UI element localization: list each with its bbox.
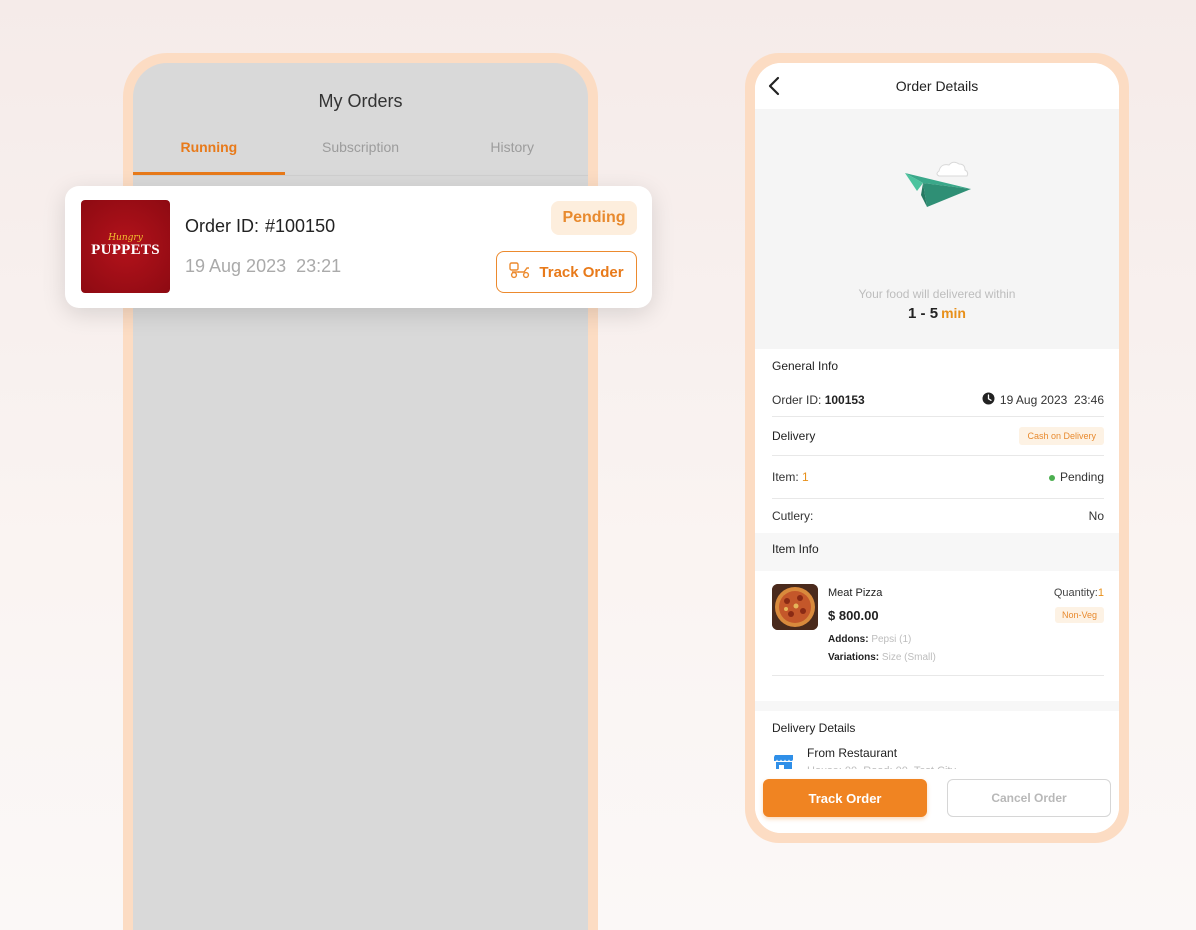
order-datetime-value: 19 Aug 2023 23:46 xyxy=(999,393,1104,407)
item-quantity: Quantity:1 xyxy=(1054,587,1104,599)
delivery-eta-unit: min xyxy=(941,305,966,321)
details-header: Order Details xyxy=(755,63,1119,109)
orders-phone-frame: My Orders Running Subscription History xyxy=(123,53,598,930)
variations-label: Variations: xyxy=(828,652,880,663)
order-card[interactable]: Hungry PUPPETS Order ID: #100150 19 Aug 2… xyxy=(65,186,652,308)
order-id: Order ID: #100150 xyxy=(185,216,335,237)
cutlery-label: Cutlery: xyxy=(772,509,814,523)
general-info-title: General Info xyxy=(772,359,839,373)
cutlery-value: No xyxy=(1088,509,1104,523)
page-title: My Orders xyxy=(318,91,403,111)
addons-value: Pepsi (1) xyxy=(871,634,912,645)
track-order-button[interactable]: Track Order xyxy=(763,779,927,817)
delivery-scooter-icon xyxy=(509,261,531,283)
tab-subscription[interactable]: Subscription xyxy=(285,133,437,175)
item-count-label: Item: xyxy=(772,470,799,484)
details-screen: Order Details Your food will delivered w… xyxy=(755,63,1119,833)
item-quantity-value: 1 xyxy=(1097,587,1104,599)
divider xyxy=(772,416,1104,417)
bottom-action-bar: Track Order Cancel Order xyxy=(755,769,1119,833)
tab-divider xyxy=(133,175,588,176)
delivery-eta: 1 - 5 min xyxy=(755,305,1119,322)
order-id-cell: Order ID: 100153 xyxy=(772,393,865,407)
order-tabs: Running Subscription History xyxy=(133,133,588,175)
details-title: Order Details xyxy=(895,78,979,94)
order-id-row: Order ID: 100153 19 Aug 2023 23:46 xyxy=(772,390,1104,410)
order-status: Pending xyxy=(1048,470,1104,484)
order-id-value: 100153 xyxy=(824,393,865,407)
divider xyxy=(772,498,1104,499)
logo-word-text: PUPPETS xyxy=(91,242,160,258)
status-dot-icon xyxy=(1048,474,1055,481)
tab-history[interactable]: History xyxy=(436,133,588,175)
item-count-value: 1 xyxy=(802,470,809,484)
tab-running[interactable]: Running xyxy=(133,133,285,175)
cancel-order-button[interactable]: Cancel Order xyxy=(947,779,1111,817)
addons-label: Addons: xyxy=(828,634,869,645)
item-info-title: Item Info xyxy=(772,542,819,556)
delivery-details-title: Delivery Details xyxy=(772,721,856,735)
order-id-value: #100150 xyxy=(265,216,336,236)
item-count-row: Item: 1 Pending xyxy=(772,467,1104,487)
track-order-button[interactable]: Track Order xyxy=(496,251,637,293)
payment-badge: Cash on Delivery xyxy=(1019,427,1104,445)
delivery-hero: Your food will delivered within 1 - 5 min xyxy=(755,109,1119,349)
item-count-cell: Item: 1 xyxy=(772,470,809,484)
from-restaurant-label: From Restaurant xyxy=(807,746,898,760)
cutlery-row: Cutlery: No xyxy=(772,506,1104,526)
clock-icon xyxy=(982,392,995,408)
divider xyxy=(772,675,1104,676)
pizza-image xyxy=(772,584,818,630)
item-quantity-label: Quantity: xyxy=(1053,587,1098,599)
item-variations: Variations: Size (Small) xyxy=(828,652,936,663)
restaurant-logo: Hungry PUPPETS xyxy=(81,200,170,293)
track-order-label: Track Order xyxy=(539,263,624,281)
delivery-eta-text: Your food will delivered within xyxy=(858,287,1016,301)
paper-plane-icon xyxy=(903,159,983,224)
status-badge: Pending xyxy=(551,201,637,235)
variations-value: Size (Small) xyxy=(881,652,936,663)
item-addons: Addons: Pepsi (1) xyxy=(828,634,911,645)
details-phone-frame: Order Details Your food will delivered w… xyxy=(745,53,1129,843)
order-status-value: Pending xyxy=(1059,470,1104,484)
order-datetime: 19 Aug 2023 23:46 xyxy=(982,392,1104,408)
section-gap xyxy=(755,701,1119,711)
diet-badge: Non-Veg xyxy=(1054,607,1104,623)
order-id-label: Order ID: xyxy=(185,216,260,236)
item-price: $ 800.00 xyxy=(828,608,879,623)
item-name: Meat Pizza xyxy=(828,587,883,599)
delivery-row: Delivery Cash on Delivery xyxy=(772,426,1104,446)
delivery-eta-value: 1 - 5 xyxy=(908,305,939,322)
order-date: 19 Aug 2023 23:21 xyxy=(185,256,342,276)
divider xyxy=(772,455,1104,456)
order-id-label: Order ID: xyxy=(772,393,822,407)
delivery-label: Delivery xyxy=(772,429,816,443)
